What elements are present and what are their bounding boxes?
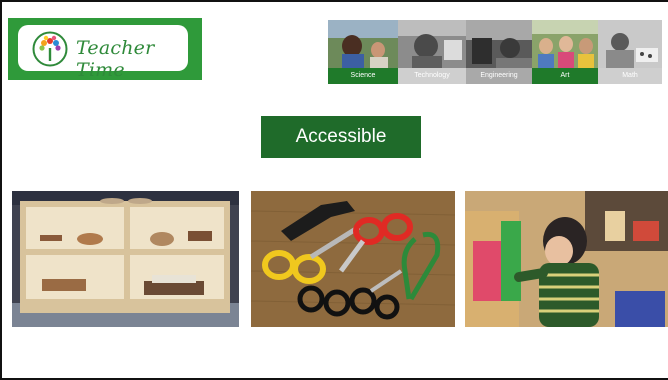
steam-label-science: Science bbox=[328, 68, 398, 84]
steam-item-art: Art bbox=[532, 20, 598, 84]
steam-item-technology: Technology bbox=[398, 20, 466, 84]
photo-child-at-easel bbox=[465, 191, 668, 327]
photo-scissors-and-tongs bbox=[251, 191, 455, 327]
art-photo bbox=[532, 20, 598, 68]
photo-wooden-shelf bbox=[12, 191, 239, 327]
technology-photo bbox=[398, 20, 466, 68]
steam-label-technology: Technology bbox=[398, 68, 466, 84]
brand-name: Teacher Time bbox=[76, 37, 155, 81]
steam-label-engineering: Engineering bbox=[466, 68, 532, 84]
steam-item-math: Math bbox=[598, 20, 662, 84]
math-photo bbox=[598, 20, 662, 68]
logo-banner: Teacher Time bbox=[8, 18, 202, 81]
slide-title: Accessible bbox=[261, 116, 421, 158]
steam-item-science: Science bbox=[328, 20, 398, 84]
steam-label-math: Math bbox=[598, 68, 662, 84]
slide: Teacher Time Science Technology Engineer… bbox=[0, 0, 668, 380]
engineering-photo bbox=[466, 20, 532, 68]
steam-item-engineering: Engineering bbox=[466, 20, 532, 84]
logo-card: Teacher Time bbox=[18, 25, 188, 81]
steam-strip: Science Technology Engineering Art Math bbox=[328, 20, 662, 84]
science-photo bbox=[328, 20, 398, 68]
steam-label-art: Art bbox=[532, 68, 598, 84]
tree-logo-icon bbox=[32, 31, 68, 67]
